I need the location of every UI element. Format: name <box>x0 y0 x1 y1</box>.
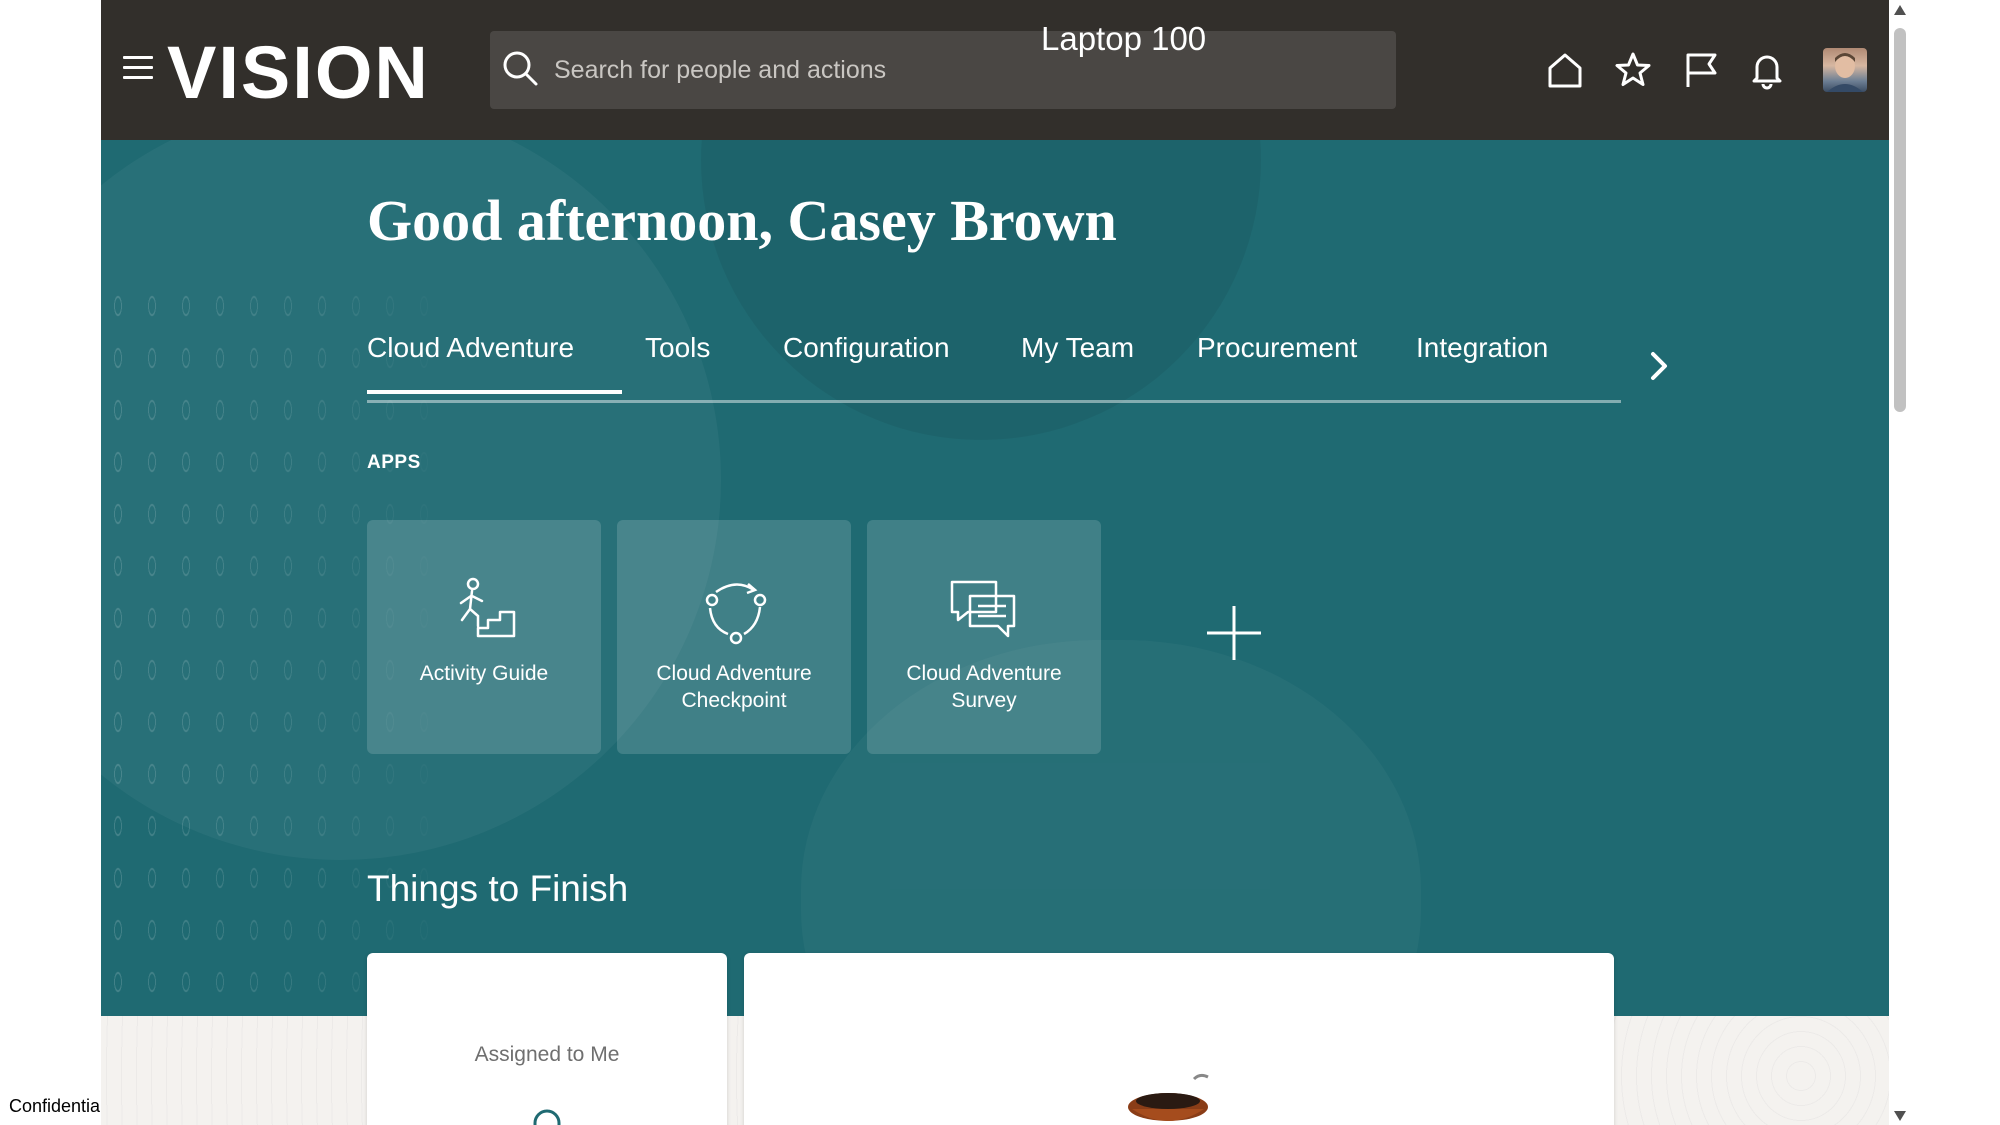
checkpoint-cycle-icon <box>705 583 767 645</box>
search-input[interactable] <box>552 49 1056 91</box>
tab-my-team[interactable]: My Team <box>1021 332 1134 364</box>
tab-procurement[interactable]: Procurement <box>1197 332 1357 364</box>
tab-integration[interactable]: Integration <box>1416 332 1548 364</box>
things-to-finish-heading: Things to Finish <box>367 868 629 909</box>
vision-logo[interactable]: VISION <box>167 28 430 118</box>
tab-configuration[interactable]: Configuration <box>783 332 950 364</box>
chat-bubbles-icon <box>950 580 1016 638</box>
home-icon[interactable] <box>1545 50 1585 90</box>
app-window: VISION Laptop 100 <box>101 0 1889 1125</box>
app-tile-label: Cloud Adventure <box>906 662 1062 685</box>
app-tile-label: Activity Guide <box>419 662 549 685</box>
hamburger-menu-icon[interactable] <box>123 56 153 80</box>
add-app-plus-icon[interactable] <box>1201 600 1267 666</box>
app-tile-label: Cloud Adventure <box>656 662 812 685</box>
app-tile-cloud-adventure-survey[interactable]: Cloud Adventure Survey <box>867 520 1101 754</box>
app-tile-cloud-adventure-checkpoint[interactable]: Cloud Adventure Checkpoint <box>617 520 851 754</box>
app-tile-label-line2: Survey <box>951 689 1017 712</box>
flag-icon[interactable] <box>1681 50 1721 90</box>
assigned-count-indicator <box>533 1109 561 1125</box>
global-search[interactable] <box>490 31 1396 109</box>
app-tile-label-line2: Checkpoint <box>681 689 787 712</box>
scroll-up-arrow-icon[interactable] <box>1893 4 1907 16</box>
assigned-to-me-label: Assigned to Me <box>474 1043 620 1066</box>
device-label: Laptop 100 <box>1041 20 1207 57</box>
bird-nest-icon <box>1128 1073 1209 1121</box>
springboard-tabs: Cloud Adventure Tools Configuration My T… <box>367 320 1621 403</box>
apps-section-label: APPS <box>367 452 421 473</box>
greeting-heading: Good afternoon, Casey Brown <box>367 188 1117 253</box>
assigned-to-me-card[interactable]: Assigned to Me <box>367 953 727 1125</box>
chevron-right-icon[interactable] <box>1641 346 1677 386</box>
things-to-finish-empty-card <box>744 953 1614 1125</box>
top-navigation-bar: VISION Laptop 100 <box>101 0 1889 140</box>
search-icon[interactable] <box>500 49 540 89</box>
scroll-down-arrow-icon[interactable] <box>1893 1110 1907 1122</box>
climber-stairs-icon <box>459 577 516 638</box>
star-icon[interactable] <box>1613 50 1653 90</box>
tab-cloud-adventure[interactable]: Cloud Adventure <box>367 332 623 394</box>
scrollbar-thumb[interactable] <box>1894 28 1906 412</box>
app-tile-activity-guide[interactable]: Activity Guide <box>367 520 601 754</box>
tab-tools[interactable]: Tools <box>645 332 710 364</box>
vertical-scrollbar[interactable] <box>1889 0 1911 1125</box>
bell-icon[interactable] <box>1747 50 1787 90</box>
user-avatar[interactable] <box>1823 48 1867 92</box>
confidential-footer-label: Confidential <box>9 1096 101 1116</box>
